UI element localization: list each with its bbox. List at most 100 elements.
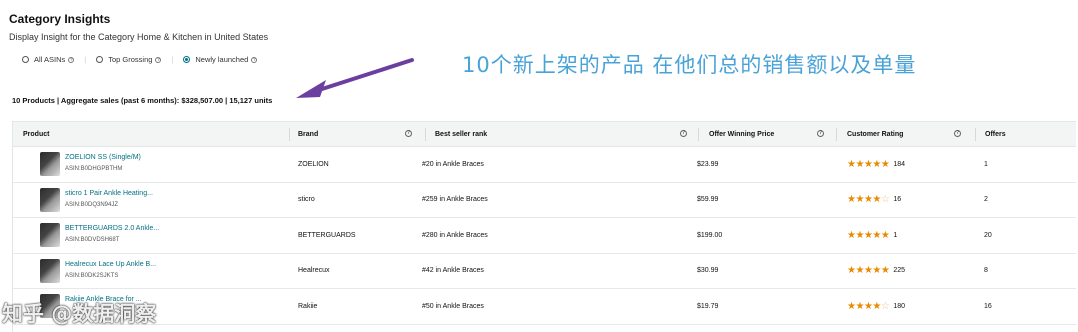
price-cell: $199.00	[697, 231, 723, 239]
filter-all-asins-label: All ASINs	[34, 55, 66, 64]
star-icon: ★	[872, 229, 881, 241]
rating-stars: ★★★★☆	[847, 194, 890, 206]
brand-cell: sticro	[298, 196, 315, 204]
rank-cell: #42 in Ankle Braces	[422, 267, 484, 275]
product-name-link[interactable]: Healrecux Lace Up Ankle B...	[65, 261, 156, 268]
help-icon[interactable]: ?	[817, 130, 824, 137]
filter-radio-group: All ASINs ? | Top Grossing ? | Newly lau…	[22, 55, 267, 64]
star-empty-icon: ☆	[880, 300, 890, 312]
rank-cell: #20 in Ankle Braces	[422, 160, 484, 168]
product-asin: ASIN:B0DK2SJKTS	[65, 272, 119, 279]
review-count: 184	[893, 160, 906, 168]
help-icon[interactable]: ?	[954, 130, 961, 137]
price-cell: $23.99	[697, 160, 719, 168]
column-divider	[425, 128, 426, 141]
product-name-link[interactable]: BETTERGUARDS 2.0 Ankle...	[65, 225, 159, 232]
col-price[interactable]: Offer Winning Price	[709, 122, 774, 147]
review-count: 16	[893, 196, 902, 204]
star-icon: ★	[872, 158, 881, 170]
rank-cell: #280 in Ankle Braces	[422, 231, 488, 239]
offers-cell: 8	[984, 267, 988, 275]
rating-stars: ★★★★☆	[847, 300, 890, 312]
star-empty-icon: ☆	[880, 194, 890, 206]
rating-stars: ★★★★★	[847, 158, 890, 170]
rating-stars: ★★★★★	[847, 229, 890, 241]
star-icon: ★	[855, 158, 864, 170]
offers-cell: 16	[984, 302, 992, 310]
offers-cell: 20	[984, 231, 992, 239]
filter-newly-launched-label: Newly launched	[195, 55, 249, 64]
radio-all-asins[interactable]	[22, 56, 29, 63]
page-subtitle: Display Insight for the Category Home & …	[9, 32, 269, 42]
divider: |	[171, 55, 174, 64]
table-row[interactable]: sticro 1 Pair Ankle Heating... ASIN:B0DQ3…	[13, 183, 1076, 218]
product-name-link[interactable]: sticro 1 Pair Ankle Heating...	[65, 190, 153, 197]
star-icon: ★	[872, 194, 881, 206]
product-thumbnail[interactable]	[40, 223, 60, 247]
product-name-link[interactable]: ZOELION SS (Single/M)	[65, 154, 141, 161]
product-asin: ASIN:B0DHGPBTHM	[65, 166, 123, 172]
aggregate-summary: 10 Products | Aggregate sales (past 6 mo…	[12, 96, 273, 105]
radio-newly-launched[interactable]	[183, 56, 191, 63]
star-icon: ★	[872, 300, 881, 312]
help-icon[interactable]: ?	[68, 56, 75, 63]
price-cell: $30.99	[697, 267, 719, 275]
rank-cell: #259 in Ankle Braces	[422, 196, 488, 204]
star-icon: ★	[855, 300, 864, 312]
divider: |	[84, 55, 87, 64]
table-row[interactable]: Rakiie Ankle Brace for ... Rakiie #50 in A…	[13, 289, 1076, 325]
star-icon: ★	[855, 194, 864, 206]
rank-cell: #50 in Ankle Braces	[422, 302, 484, 310]
price-cell: $59.99	[697, 196, 719, 204]
product-asin: ASIN:B0DQ3N94JZ	[65, 201, 119, 208]
table-row[interactable]: ZOELION SS (Single/M) ASIN:B0DHGPBTHM ZOEL…	[13, 147, 1076, 183]
product-thumbnail[interactable]	[40, 187, 60, 212]
product-thumbnail[interactable]	[40, 258, 60, 283]
help-icon[interactable]: ?	[155, 56, 162, 63]
col-rank[interactable]: Best seller rank	[435, 122, 487, 147]
column-divider	[975, 128, 976, 141]
filter-all-asins[interactable]: All ASINs ?	[22, 55, 75, 64]
help-icon[interactable]: ?	[405, 130, 412, 137]
rating-cell: ★★★★★ 184	[847, 147, 905, 182]
col-offers[interactable]: Offers	[985, 122, 1006, 147]
rating-cell: ★★★★☆ 16	[847, 183, 901, 218]
column-divider	[836, 128, 837, 141]
review-count: 1	[893, 231, 898, 239]
radio-top-grossing[interactable]	[96, 56, 104, 63]
table-row[interactable]: BETTERGUARDS 2.0 Ankle... ASIN:B0DVDSH68T…	[13, 218, 1076, 254]
star-icon: ★	[855, 265, 864, 277]
brand-cell: ZOELION	[298, 160, 329, 168]
help-icon[interactable]: ?	[251, 56, 258, 63]
watermark: 知乎 @数据洞察	[2, 302, 157, 326]
table-body: ZOELION SS (Single/M) ASIN:B0DHGPBTHM ZOEL…	[13, 147, 1076, 325]
price-cell: $19.79	[697, 302, 719, 310]
col-brand[interactable]: Brand	[298, 122, 318, 147]
col-product[interactable]: Product	[23, 122, 49, 147]
star-icon: ★	[872, 265, 881, 277]
page-header: Category Insights Display Insight for th…	[9, 12, 268, 42]
star-half-icon: ★	[880, 158, 890, 170]
filter-top-grossing-label: Top Grossing	[108, 55, 153, 64]
table-row[interactable]: Healrecux Lace Up Ankle B... ASIN:B0DK2SJ…	[13, 254, 1076, 289]
annotation-text: 10个新上架的产品 在他们总的销售额以及单量	[462, 53, 917, 77]
column-divider	[289, 128, 290, 141]
review-count: 225	[893, 267, 906, 275]
offers-cell: 2	[984, 196, 988, 204]
star-half-icon: ★	[880, 265, 890, 277]
product-thumbnail[interactable]	[40, 152, 60, 176]
brand-cell: Healrecux	[298, 267, 330, 275]
help-icon[interactable]: ?	[680, 130, 687, 137]
table-header: Product Brand ? Best seller rank ? Offer…	[13, 122, 1076, 147]
rating-cell: ★★★★★ 1	[847, 218, 897, 253]
page-title: Category Insights	[9, 12, 111, 26]
rating-cell: ★★★★★ 225	[847, 254, 905, 289]
col-rating[interactable]: Customer Rating	[847, 122, 903, 147]
offers-cell: 1	[984, 160, 988, 168]
column-divider	[698, 128, 699, 141]
star-icon: ★	[855, 229, 864, 241]
review-count: 180	[893, 302, 906, 310]
filter-top-grossing[interactable]: Top Grossing ?	[96, 55, 162, 64]
product-asin: ASIN:B0DVDSH68T	[65, 237, 120, 243]
filter-newly-launched[interactable]: Newly launched ?	[183, 55, 258, 64]
